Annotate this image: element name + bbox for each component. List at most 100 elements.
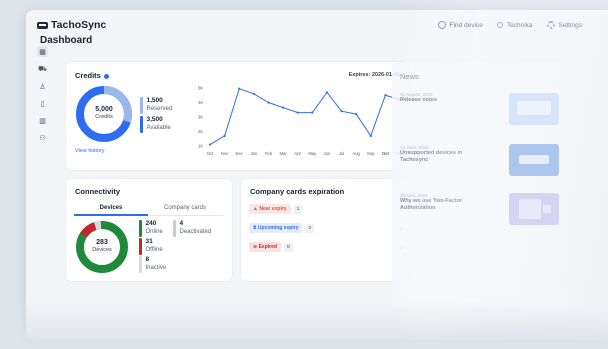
- credits-title: Credits: [75, 71, 109, 80]
- find-device-button[interactable]: Find device: [437, 21, 483, 29]
- document-icon: ▯: [40, 100, 45, 108]
- y-tick-label: 3K: [198, 115, 203, 120]
- company-icon: [496, 22, 503, 28]
- data-point[interactable]: [296, 111, 299, 114]
- company-switcher[interactable]: Technika: [496, 21, 533, 29]
- expired-count: 0: [283, 242, 293, 252]
- legend-available: 3,500 Available: [140, 116, 171, 133]
- expired-badge: ⊖ Expired: [249, 242, 281, 252]
- y-tick-label: 5K: [198, 86, 203, 91]
- sidebar-item-vehicles[interactable]: ⛟: [37, 64, 48, 75]
- online-label: Online: [145, 229, 163, 235]
- data-point[interactable]: [252, 92, 255, 95]
- info-icon[interactable]: [103, 73, 109, 79]
- sidebar-item-drivers[interactable]: ♙: [37, 81, 48, 92]
- x-tick-label: Jul: [339, 151, 344, 156]
- offline-swatch: [139, 238, 142, 255]
- sidebar-item-documents[interactable]: ▯: [37, 98, 48, 109]
- sidebar-item-dashboard[interactable]: ▦: [37, 46, 48, 57]
- settings-button[interactable]: Settings: [546, 21, 583, 29]
- y-tick-label: 1K: [198, 144, 203, 149]
- expiration-title: Company cards expiration: [250, 187, 345, 196]
- connectivity-title: Connectivity: [75, 187, 121, 196]
- sidebar-item-users[interactable]: ⚇: [37, 132, 48, 143]
- x-tick-label: Apr: [294, 151, 301, 156]
- devices-total: 283: [96, 239, 108, 246]
- company-label: Technika: [506, 21, 533, 29]
- x-tick-label: Nov: [221, 151, 229, 156]
- reserved-label: Reserved: [146, 106, 173, 112]
- data-point[interactable]: [369, 134, 372, 137]
- available-swatch: [140, 116, 143, 133]
- expiry-row-upcoming[interactable]: ⧗ Upcoming expiry 2 ⌄: [249, 222, 404, 234]
- thumb-illustration: [517, 101, 551, 115]
- upcoming-expiry-count: 2: [305, 223, 315, 233]
- sidebar-item-company[interactable]: ▥: [37, 115, 48, 126]
- near-expiry-label: Near expiry: [259, 206, 287, 212]
- top-actions: Find device Technika Settings: [437, 10, 583, 40]
- x-tick-label: Sep: [367, 151, 375, 156]
- settings-label: Settings: [558, 21, 583, 29]
- near-expiry-count: 1: [293, 204, 303, 214]
- expiration-card: Company cards expiration ▲ Near expiry 1…: [241, 179, 408, 281]
- hourglass-icon: ⧗: [253, 225, 257, 231]
- connectivity-tabs: Devices Company cards: [74, 205, 223, 216]
- legend-reserved: 1,500 Reserved: [140, 97, 172, 114]
- truck-icon: ⛟: [38, 66, 47, 73]
- qr-icon: [543, 205, 551, 213]
- data-point[interactable]: [311, 111, 314, 114]
- expiry-row-near[interactable]: ▲ Near expiry 1 ⌄: [249, 203, 404, 215]
- available-label: Available: [146, 125, 171, 131]
- reserved-value: 1,500: [146, 97, 163, 104]
- news-headline: Unsupported devices in Tachosync: [400, 150, 463, 163]
- deactivated-value: 4: [179, 220, 184, 227]
- x-tick-label: Oct: [382, 151, 390, 156]
- news-thumbnail[interactable]: [509, 93, 559, 125]
- inactive-value: 8: [145, 256, 150, 263]
- news-headline: Why we use Two-Factor Authorization: [400, 198, 463, 211]
- x-tick-label: May: [308, 151, 317, 156]
- data-point[interactable]: [340, 110, 343, 113]
- online-swatch: [139, 220, 142, 237]
- tab-devices[interactable]: Devices: [74, 205, 148, 211]
- thumb-illustration: [519, 155, 549, 164]
- news-thumbnail[interactable]: [509, 193, 559, 225]
- news-item[interactable]: 30 April, 2025 Why we use Two-Factor Aut…: [400, 193, 488, 212]
- data-point[interactable]: [325, 91, 329, 94]
- expiry-row-expired[interactable]: ⊖ Expired 0 ⌄: [249, 241, 404, 253]
- online-value: 240: [145, 220, 157, 227]
- data-point[interactable]: [384, 94, 387, 97]
- warning-icon: ▲: [253, 206, 258, 212]
- data-point[interactable]: [355, 113, 358, 116]
- deactivated-swatch: [173, 220, 176, 237]
- news-panel: News 31 August, 2025 Release notes 13 Ju…: [392, 62, 567, 308]
- find-device-label: Find device: [449, 21, 483, 29]
- thumb-illustration: [519, 199, 541, 219]
- topbar: TachoSync Find device Technika Settings: [26, 10, 608, 40]
- news-item[interactable]: 13 June, 2025 Unsupported devices in Tac…: [400, 145, 488, 164]
- upcoming-expiry-badge: ⧗ Upcoming expiry: [249, 223, 303, 233]
- view-history-link[interactable]: View history: [75, 148, 105, 154]
- credits-total: 5,000: [95, 106, 113, 113]
- news-headline: Release notes: [400, 97, 437, 103]
- data-point[interactable]: [267, 101, 270, 104]
- news-item[interactable]: 31 August, 2025 Release notes: [400, 92, 488, 104]
- upcoming-expiry-label: Upcoming expiry: [257, 225, 299, 231]
- x-tick-label: Aug: [352, 151, 360, 156]
- data-point[interactable]: [208, 143, 212, 146]
- credits-total-label: Credits: [95, 114, 113, 120]
- data-point[interactable]: [223, 134, 226, 137]
- minus-circle-icon: ⊖: [253, 244, 258, 250]
- legend-deactivated: 4 Deactivated: [173, 220, 211, 237]
- x-tick-label: Jan: [250, 151, 257, 156]
- data-point[interactable]: [238, 87, 241, 90]
- active-tab-indicator: [74, 214, 148, 216]
- search-icon: [437, 21, 446, 29]
- users-icon: ⚇: [39, 134, 46, 142]
- logo-icon: [37, 21, 48, 29]
- inactive-swatch: [139, 256, 142, 273]
- data-point[interactable]: [281, 106, 285, 109]
- x-tick-label: Jun: [324, 151, 331, 156]
- tab-company-cards[interactable]: Company cards: [148, 205, 222, 211]
- news-thumbnail[interactable]: [509, 144, 559, 176]
